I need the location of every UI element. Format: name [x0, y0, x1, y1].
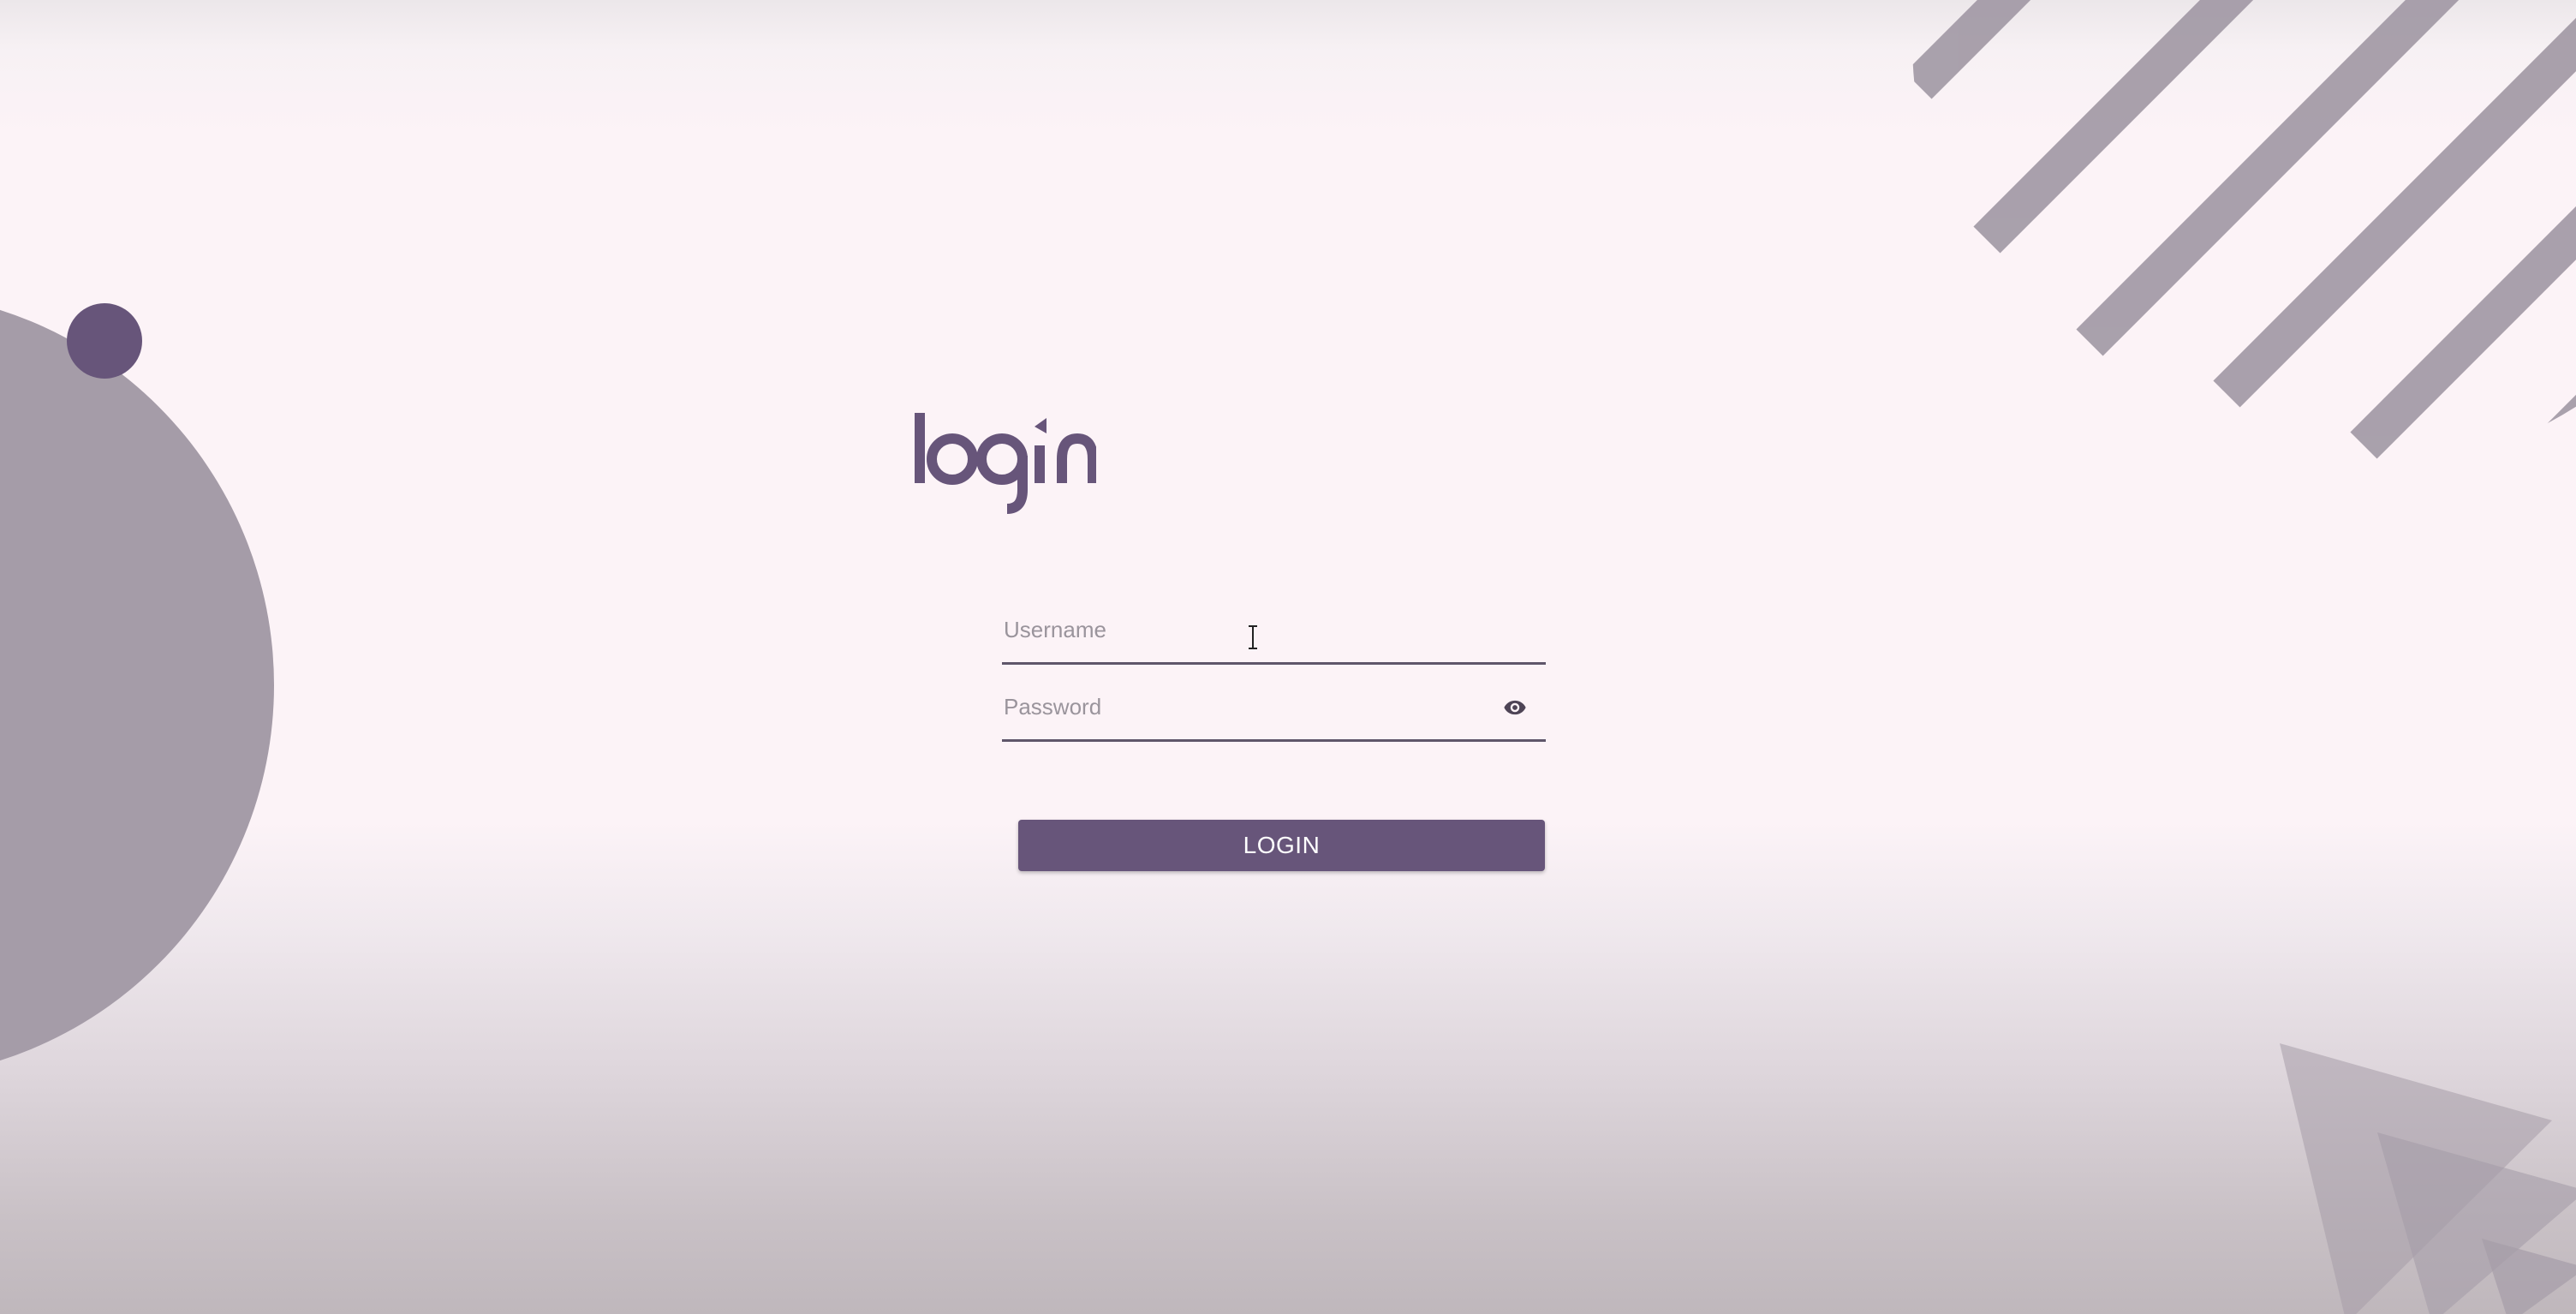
text-cursor-icon — [1249, 625, 1257, 649]
login-button-label: LOGIN — [1243, 832, 1321, 858]
eye-icon[interactable] — [1503, 696, 1527, 720]
decor-left-circle — [0, 309, 274, 1061]
decor-purple-dot — [67, 303, 142, 379]
login-logo — [915, 413, 1096, 514]
decor-triangle-small — [2482, 1239, 2576, 1314]
password-placeholder: Password — [1004, 694, 1102, 720]
decor-striped-circle — [1912, 0, 2576, 474]
username-field[interactable]: Username — [1002, 605, 1546, 665]
password-field[interactable]: Password — [1002, 682, 1546, 742]
username-placeholder: Username — [1004, 617, 1106, 642]
login-button[interactable]: LOGIN — [1018, 820, 1545, 871]
